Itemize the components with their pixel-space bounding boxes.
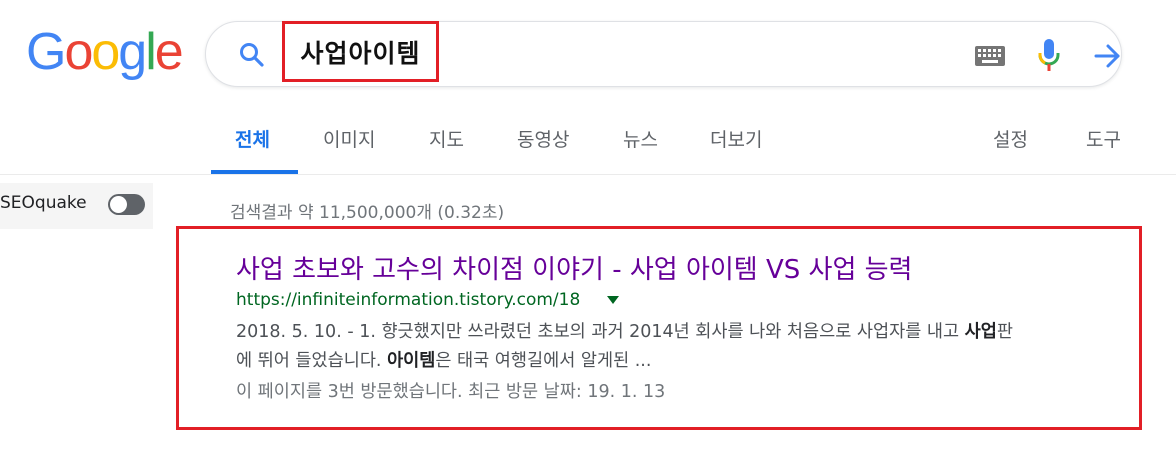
snippet-text: 판 — [996, 322, 1013, 342]
result-snippet: 2018. 5. 10. - 1. 향긋했지만 쓰라렸던 초보의 과거 2014… — [236, 318, 1121, 376]
dropdown-arrow-icon[interactable] — [607, 296, 619, 304]
google-logo[interactable]: Google — [26, 23, 184, 81]
snippet-text: 은 태국 여행길에서 알게된 ... — [435, 351, 652, 371]
microphone-icon[interactable] — [1038, 38, 1060, 74]
tab-all[interactable]: 전체 — [235, 125, 270, 152]
tab-images[interactable]: 이미지 — [323, 125, 375, 152]
logo-letter: e — [154, 23, 184, 81]
snippet-bold: 사업 — [964, 322, 997, 342]
search-icon[interactable] — [238, 41, 266, 69]
tab-more[interactable]: 더보기 — [710, 125, 762, 152]
tab-maps[interactable]: 지도 — [429, 125, 464, 152]
tabs-divider — [0, 174, 1176, 175]
tab-tools[interactable]: 도구 — [1086, 125, 1121, 152]
logo-letter: G — [26, 23, 66, 81]
result-url[interactable]: https://infiniteinformation.tistory.com/… — [236, 290, 580, 310]
tab-news[interactable]: 뉴스 — [623, 125, 658, 152]
logo-letter: o — [91, 23, 120, 81]
snippet-bold: 아이템 — [387, 351, 436, 371]
snippet-text: 2018. 5. 10. - 1. 향긋했지만 쓰라렸던 초보의 과거 2014… — [236, 322, 965, 342]
search-tabs: 전체 이미지 지도 동영상 뉴스 더보기 설정 도구 — [0, 125, 1176, 175]
logo-letter: o — [64, 23, 93, 81]
seoquake-label: SEOquake — [0, 193, 87, 213]
tab-videos[interactable]: 동영상 — [517, 125, 569, 152]
search-input[interactable]: 사업아이템 — [282, 21, 439, 82]
visit-history-note: 이 페이지를 3번 방문했습니다. 최근 방문 날짜: 19. 1. 13 — [236, 382, 666, 402]
tab-settings[interactable]: 설정 — [993, 125, 1028, 152]
logo-letter: g — [118, 23, 147, 81]
keyboard-icon[interactable] — [975, 46, 1005, 66]
snippet-text: 에 뛰어 들었습니다. — [236, 351, 388, 371]
result-title-link[interactable]: 사업 초보와 고수의 차이점 이야기 - 사업 아이템 VS 사업 능력 — [236, 249, 912, 286]
arrow-right-icon[interactable] — [1094, 43, 1122, 69]
toggle-knob — [110, 196, 127, 213]
result-stats: 검색결과 약 11,500,000개 (0.32초) — [230, 203, 505, 223]
logo-letter: l — [145, 23, 156, 81]
